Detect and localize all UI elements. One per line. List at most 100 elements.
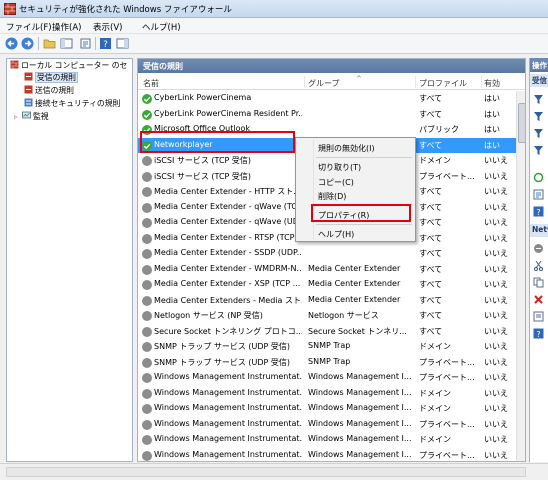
menu-item-help[interactable]: ヘルプ(H) <box>318 229 354 240</box>
cell-enabled: いいえ <box>484 233 508 243</box>
help-icon[interactable]: ? <box>99 37 112 50</box>
table-row[interactable]: SNMP トラップ サービス (UDP 受信) SNMP Trap プライベート..… <box>138 355 516 371</box>
column-divider[interactable] <box>415 76 416 88</box>
menu-action[interactable]: 操作(A) <box>52 21 81 33</box>
filter-group-icon[interactable] <box>533 145 544 156</box>
tree-root[interactable]: ローカル コンピューター のセ <box>10 60 127 72</box>
cell-enabled: いいえ <box>484 218 508 227</box>
cell-profile: ドメイン <box>419 342 451 351</box>
actions-section-inbound[interactable]: 受信 <box>530 74 548 87</box>
tree-item-monitoring[interactable]: ▹ 監視 <box>14 111 49 123</box>
menu-item-delete[interactable]: 削除(D) <box>318 191 346 202</box>
disabled-rule-icon <box>142 342 152 352</box>
title-bar: セキュリティが強化された Windows ファイアウォール <box>0 0 548 18</box>
forward-arrow-icon[interactable] <box>21 37 34 50</box>
scrollbar-thumb[interactable] <box>518 103 525 143</box>
back-arrow-icon[interactable] <box>5 37 18 50</box>
disabled-rule-icon <box>142 187 152 197</box>
cell-group: Media Center Extender <box>308 294 401 304</box>
pane-header: 受信の規則 <box>138 59 525 73</box>
column-header: 名前 グループ ^ プロファイル 有効 <box>138 74 525 90</box>
table-row[interactable]: Media Center Extender - SSDP (UDP... すべて い… <box>138 246 516 262</box>
table-row[interactable]: Netlogon サービス (NP 受信) Netlogon サービス すべて いいえ <box>138 308 516 324</box>
vertical-scrollbar[interactable] <box>516 91 525 461</box>
tree-item-connection-security-rules[interactable]: 接続セキュリティの規則 <box>24 98 120 110</box>
svg-text:?: ? <box>536 330 540 339</box>
column-enabled[interactable]: 有効 <box>484 78 500 89</box>
help-icon[interactable]: ? <box>533 328 544 339</box>
menu-item-copy[interactable]: コピー(C) <box>318 177 354 188</box>
cell-profile: すべて <box>419 140 443 150</box>
table-row[interactable]: Windows Management Instrumentat... Window… <box>138 386 516 402</box>
show-action-pane-icon[interactable] <box>116 37 129 50</box>
column-group[interactable]: グループ <box>308 78 340 89</box>
table-row[interactable]: Windows Management Instrumentat... Window… <box>138 417 516 433</box>
filter-profile-icon[interactable] <box>533 111 544 122</box>
cell-group: Windows Management I... <box>308 403 412 412</box>
disabled-rule-icon <box>142 404 152 414</box>
menu-gutter <box>313 140 314 240</box>
cell-enabled: いいえ <box>484 171 508 181</box>
cut-icon[interactable] <box>533 260 544 271</box>
cell-name: Media Center Extender - WMDRM-N... <box>154 263 302 273</box>
menu-help[interactable]: ヘルプ(H) <box>142 21 181 33</box>
cell-name: iSCSI サービス (TCP 受信) <box>154 171 252 181</box>
table-row[interactable]: Windows Management Instrumentat... Window… <box>138 370 516 386</box>
table-row[interactable]: Windows Management Instrumentat... Window… <box>138 401 516 417</box>
copy-icon[interactable] <box>533 277 544 288</box>
disabled-rule-icon <box>142 249 152 259</box>
table-row[interactable]: Media Center Extender - XSP (TCP ... Medi… <box>138 277 516 293</box>
actions-section-label: Netw <box>532 225 548 234</box>
cell-profile: すべて <box>419 326 443 336</box>
up-folder-icon[interactable] <box>43 37 56 50</box>
expand-arrow-icon[interactable]: ▹ <box>14 111 22 123</box>
menu-file[interactable]: ファイル(F) <box>6 21 52 33</box>
cell-group: SNMP Trap <box>308 341 351 350</box>
table-row[interactable]: Secure Socket トンネリング プロトコ... Secure Socke… <box>138 324 516 340</box>
export-icon[interactable] <box>533 189 544 200</box>
cell-profile: すべて <box>419 233 443 243</box>
properties-icon[interactable] <box>533 311 544 322</box>
disabled-rule-icon <box>142 373 152 383</box>
show-hide-tree-icon[interactable] <box>60 37 73 50</box>
sort-ascending-icon: ^ <box>356 75 362 83</box>
table-row[interactable]: CyberLink PowerCinema Resident Pr... すべて は… <box>138 107 516 123</box>
monitoring-icon <box>22 111 31 119</box>
table-row[interactable]: Media Center Extenders - Media スト... Medi… <box>138 293 516 309</box>
cell-enabled: いいえ <box>484 156 508 165</box>
tree-item-outbound-rules[interactable]: 送信の規則 <box>24 85 74 97</box>
export-list-icon[interactable] <box>79 37 92 50</box>
cell-group: Windows Management I... <box>308 387 412 397</box>
help-icon[interactable]: ? <box>533 206 544 217</box>
actions-header-title: 操作 <box>532 61 547 70</box>
table-row[interactable]: Media Center Extender - WMDRM-N... Media … <box>138 262 516 278</box>
menu-item-disable-rule[interactable]: 規則の無効化(I) <box>318 143 375 154</box>
refresh-icon[interactable] <box>533 172 544 183</box>
column-profile[interactable]: プロファイル <box>419 78 467 89</box>
table-row[interactable]: Windows Management Instrumentat... Window… <box>138 448 516 462</box>
filter-state-icon[interactable] <box>533 128 544 139</box>
menu-item-cut[interactable]: 切り取り(T) <box>318 162 361 173</box>
cell-name: Netlogon サービス (NP 受信) <box>154 311 263 320</box>
table-row[interactable]: Windows Management Instrumentat... Window… <box>138 432 516 448</box>
menu-view[interactable]: 表示(V) <box>93 21 122 33</box>
cell-enabled: いいえ <box>484 187 508 196</box>
column-divider[interactable] <box>481 76 482 88</box>
actions-section-networkplayer[interactable]: Netw <box>530 224 548 237</box>
disable-rule-icon[interactable] <box>533 243 544 254</box>
delete-icon[interactable] <box>533 294 544 305</box>
cell-profile: ドメイン <box>419 435 451 444</box>
horizontal-scrollbar[interactable] <box>6 467 526 477</box>
cell-enabled: はい <box>484 125 500 134</box>
cell-name: SNMP トラップ サービス (UDP 受信) <box>154 342 291 351</box>
firewall-icon <box>10 60 19 69</box>
disabled-rule-icon <box>142 388 152 399</box>
tree-item-label: 監視 <box>33 112 49 121</box>
table-row[interactable]: CyberLink PowerCinema すべて はい <box>138 91 516 107</box>
cell-profile: プライベート... <box>419 419 475 429</box>
new-rule-icon[interactable] <box>533 94 544 105</box>
column-name[interactable]: 名前 <box>143 78 159 89</box>
tree-item-inbound-rules[interactable]: 受信の規則 <box>24 72 78 84</box>
table-row[interactable]: SNMP トラップ サービス (UDP 受信) SNMP Trap ドメイン いいえ <box>138 339 516 355</box>
column-divider[interactable] <box>304 76 305 88</box>
